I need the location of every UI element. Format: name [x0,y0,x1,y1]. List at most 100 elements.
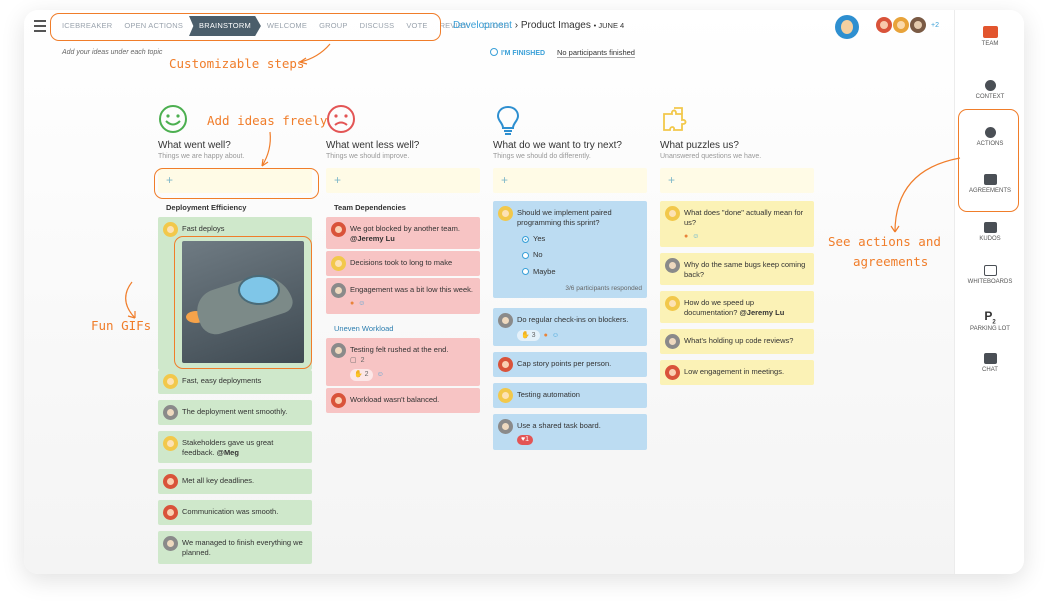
card-text: Testing automation [517,389,580,399]
menu-icon[interactable] [34,20,46,32]
poll-option-maybe[interactable]: Maybe [522,267,642,277]
breadcrumb-team[interactable]: Development [453,20,512,31]
emoji-picker-icon[interactable]: ☺ [358,299,365,308]
idea-card[interactable]: Engagement was a bit low this week. ● ☺ [326,278,480,314]
idea-card[interactable]: We managed to finish everything we plann… [158,531,312,564]
mention[interactable]: @Meg [217,448,239,457]
idea-card[interactable]: Fast, easy deployments [158,370,312,394]
breadcrumb-separator: › [514,20,519,31]
idea-card[interactable]: Do regular check-ins on blockers. ✋ 3 ● ☺ [493,308,647,346]
mention[interactable]: @Jeremy Lu [350,234,395,243]
avatar [665,295,680,311]
column-subtitle: Things we should do differently. [493,153,591,160]
sidebar-item-parking-lot[interactable]: P2 PARKING LOT [955,309,1024,332]
idea-card[interactable]: Use a shared task board. ♥1 [493,413,647,450]
sidebar-item-label: CHAT [982,367,998,373]
avatar [163,405,178,420]
group-title: Team Dependencies [334,203,406,212]
card-text: Testing felt rushed at the end. [350,344,449,354]
idea-card[interactable]: Low engagement in meetings. [660,360,814,386]
column-title: What went less well? [326,140,420,151]
column-title: What do we want to try next? [493,140,622,151]
idea-card[interactable]: Stakeholders gave us great feedback. @Me… [158,431,312,464]
mention[interactable]: @Jeremy Lu [739,308,784,317]
vote-pill[interactable]: ✋ 2 [350,369,373,381]
sidebar-item-whiteboards[interactable]: WHITEBOARDS [955,265,1024,285]
current-user-avatar[interactable] [835,15,859,39]
card-text: We managed to finish everything we plann… [182,538,303,558]
thumbs-up-icon: ✋ [354,371,363,379]
idea-card[interactable]: Decisions took to long to make [326,251,480,277]
idea-card[interactable]: Testing automation [493,382,647,408]
sidebar-item-kudos[interactable]: KUDOS [955,222,1024,242]
poll-question: Should we implement paired programming t… [517,208,612,228]
step-hint: Add your ideas under each topic [62,49,163,56]
card-text: Communication was smooth. [182,507,279,517]
sidebar-item-chat[interactable]: CHAT [955,353,1024,373]
idea-card[interactable]: Workload wasn't balanced. [326,387,480,413]
emoji-picker-icon[interactable]: ☺ [377,370,384,379]
column-went-less-well: What went less well? Things we should im… [326,104,480,419]
avatar[interactable] [893,17,909,33]
sidebar-item-team[interactable]: TEAM [955,26,1024,47]
card-text: We got blocked by another team. [350,224,460,233]
card-text: Fast, easy deployments [182,376,262,385]
check-icon [490,48,498,56]
idea-card[interactable]: Met all key deadlines. [158,469,312,495]
option-label: Yes [533,234,546,244]
poll-responses: 3/6 participants responded [565,284,642,292]
avatar [498,387,513,403]
avatar [665,206,680,221]
idea-card[interactable]: Testing felt rushed at the end. ▢ 2 ✋ 2 ☺ [326,337,480,386]
vote-pill[interactable]: ✋ 3 [517,329,540,341]
poll-card[interactable]: Should we implement paired programming t… [493,201,647,299]
parking-icon: P2 [984,309,996,326]
add-idea-button[interactable]: + [493,168,647,193]
finished-button[interactable]: I'M FINISHED [490,48,545,57]
card-text: What does "done" actually mean for us? [684,208,804,228]
megaphone-icon [983,222,997,233]
extra-participants-count[interactable]: +2 [931,22,939,29]
avatar [331,392,346,408]
fire-reaction-icon[interactable]: ● [544,331,548,340]
participants-status[interactable]: No participants finished [557,48,635,58]
avatar [163,536,178,552]
poll-option-no[interactable]: No [522,250,642,260]
annotation-gifs: Fun GIFs [91,318,152,333]
radio[interactable] [522,268,529,276]
poll-option-yes[interactable]: Yes [522,234,642,244]
add-idea-button[interactable]: + [660,168,814,193]
card-text: The deployment went smoothly. [182,407,288,416]
thumbs-up-icon: ✋ [521,331,530,339]
comment-icon[interactable]: ▢ [350,356,357,365]
idea-card[interactable]: We got blocked by another team. @Jeremy … [326,217,480,250]
avatar[interactable] [876,17,892,33]
column-title: What puzzles us? [660,140,739,151]
avatar[interactable] [910,17,926,33]
idea-card[interactable]: Cap story points per person. [493,351,647,377]
avatar [331,222,346,237]
lightbulb-icon [493,104,647,138]
radio-selected[interactable] [522,235,529,243]
idea-card[interactable]: What's holding up code reviews? [660,329,814,355]
group-title: Deployment Efficiency [166,203,247,212]
idea-card[interactable]: Why do the same bugs keep coming back? [660,252,814,285]
sidebar-item-context[interactable]: CONTEXT [955,80,1024,100]
idea-card[interactable]: How do we speed up documentation? @Jerem… [660,290,814,324]
idea-card[interactable]: Communication was smooth. [158,500,312,526]
emoji-picker-icon[interactable]: ☺ [552,331,559,340]
reaction-badge[interactable]: ♥1 [517,435,534,445]
sidebar-item-label: PARKING LOT [970,326,1010,333]
column-subtitle: Things we should improve. [326,153,410,160]
fire-reaction-icon[interactable]: ● [350,299,354,308]
add-idea-button[interactable]: + [326,168,480,193]
radio[interactable] [522,251,529,259]
card-text: Workload wasn't balanced. [350,394,440,404]
idea-card[interactable]: What does "done" actually mean for us? ● ☺ [660,201,814,247]
fire-reaction-icon[interactable]: ● [684,232,688,241]
sidebar-item-label: WHITEBOARDS [967,279,1013,285]
option-label: Maybe [533,266,556,276]
emoji-picker-icon[interactable]: ☺ [692,232,699,241]
sidebar-item-label: KUDOS [979,236,1001,242]
idea-card[interactable]: The deployment went smoothly. [158,400,312,425]
